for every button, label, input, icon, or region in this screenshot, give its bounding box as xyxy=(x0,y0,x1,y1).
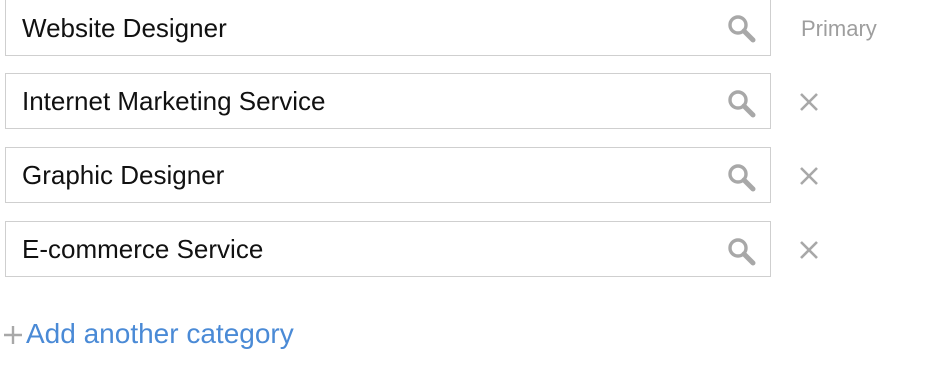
category-field xyxy=(5,147,771,203)
search-icon[interactable] xyxy=(726,162,756,192)
close-icon[interactable] xyxy=(797,90,821,114)
search-icon[interactable] xyxy=(726,13,756,43)
category-input[interactable] xyxy=(22,222,712,276)
category-editor: Primary xyxy=(0,0,939,365)
add-category-label: Add another category xyxy=(26,318,294,349)
category-row xyxy=(5,147,935,203)
category-input[interactable] xyxy=(22,74,712,128)
category-row xyxy=(5,221,935,277)
category-input[interactable] xyxy=(22,148,712,202)
add-category-link[interactable]: Add another category xyxy=(2,312,294,356)
category-row-primary: Primary xyxy=(5,0,935,56)
search-icon[interactable] xyxy=(726,88,756,118)
category-input[interactable] xyxy=(22,1,712,55)
primary-label: Primary xyxy=(801,16,877,41)
category-row xyxy=(5,73,935,129)
plus-icon xyxy=(4,325,22,344)
search-icon[interactable] xyxy=(726,236,756,266)
category-field xyxy=(5,0,771,56)
category-field xyxy=(5,73,771,129)
category-field xyxy=(5,221,771,277)
close-icon[interactable] xyxy=(797,238,821,262)
close-icon[interactable] xyxy=(797,164,821,188)
